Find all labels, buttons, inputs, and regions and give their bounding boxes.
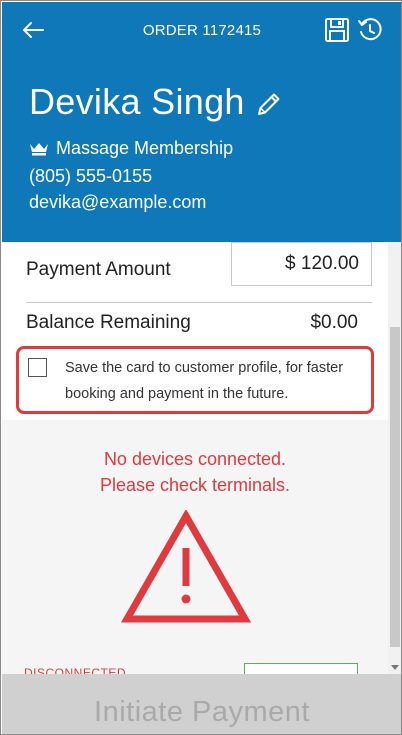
no-devices-message: No devices connected. (103, 449, 287, 469)
scrollbar-thumb[interactable] (390, 327, 400, 647)
app-frame: ORDER 1172415 Devika Singh Massage Membe… (0, 0, 402, 735)
history-button[interactable] (357, 17, 383, 43)
customer-name-row: Devika Singh (29, 80, 283, 124)
save-card-text: Save the card to customer profile, for f… (65, 360, 344, 402)
pencil-icon[interactable] (255, 90, 283, 118)
warning-triangle-icon (121, 510, 251, 623)
top-bar: ORDER 1172415 (2, 2, 401, 60)
save-button[interactable] (324, 17, 350, 43)
scrollbar[interactable] (388, 242, 401, 674)
check-terminals-message: Please check terminals. (99, 475, 291, 495)
scroll-down-arrow-icon[interactable] (391, 665, 399, 670)
save-card-option: Save the card to customer profile, for f… (16, 346, 374, 414)
crown-icon (30, 142, 48, 155)
connect-terminal-button[interactable] (244, 663, 358, 674)
clock-history-icon (358, 18, 382, 41)
balance-remaining-value: $0.00 (310, 312, 358, 333)
membership-label: Massage Membership (56, 138, 234, 158)
initiate-payment-button[interactable]: Initiate Payment (2, 674, 401, 734)
customer-email: devika@example.com (29, 192, 207, 212)
payment-amount-label: Payment Amount (26, 259, 171, 280)
customer-header: Devika Singh Massage Membership (805) 55… (2, 60, 401, 242)
connection-status: DISCONNECTED (24, 666, 127, 674)
floppy-disk-icon (325, 18, 349, 42)
payment-content: Payment Amount $ 120.00 Balance Remainin… (2, 242, 388, 674)
divider (26, 302, 372, 303)
balance-remaining-label: Balance Remaining (26, 312, 191, 333)
save-card-checkbox[interactable] (28, 358, 47, 377)
payment-amount-input[interactable]: $ 120.00 (231, 242, 372, 286)
customer-name: Devika Singh (29, 81, 245, 122)
membership-row: Massage Membership (29, 138, 233, 159)
device-status-area: No devices connected. Please check termi… (2, 420, 388, 674)
customer-phone: (805) 555-0155 (29, 166, 153, 186)
